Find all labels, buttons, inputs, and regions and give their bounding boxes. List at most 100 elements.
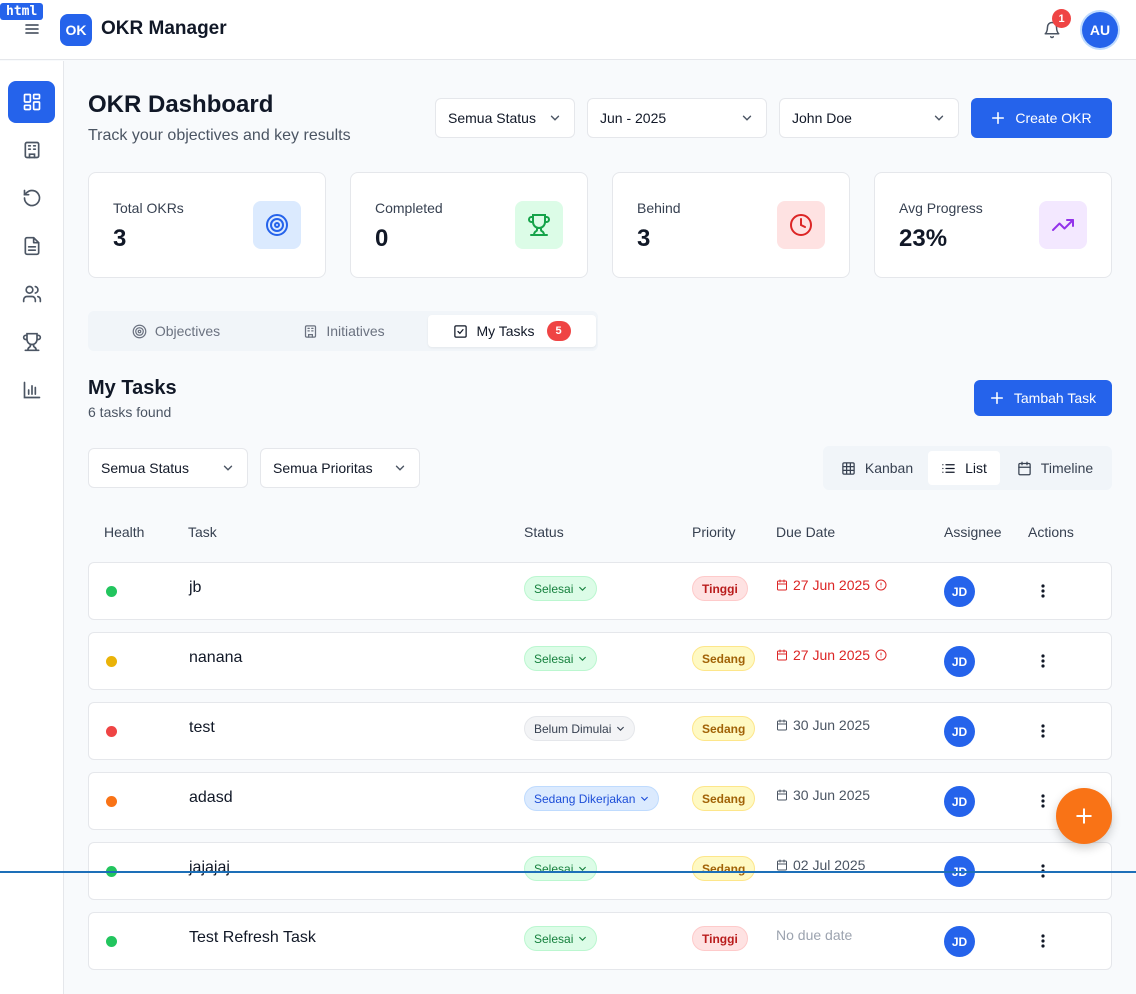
assignee-avatar[interactable]: JD bbox=[944, 716, 975, 747]
table-row[interactable]: adasd Sedang Dikerjakan Sedang 30 Jun 20… bbox=[88, 772, 1112, 830]
status-label: Belum Dimulai bbox=[534, 721, 612, 736]
health-indicator bbox=[106, 586, 117, 597]
plus-icon bbox=[1076, 808, 1092, 824]
table-row[interactable]: Test Refresh Task Selesai Tinggi No due … bbox=[88, 912, 1112, 970]
status-dropdown[interactable]: Sedang Dikerjakan bbox=[524, 786, 660, 811]
due-date-text: 30 Jun 2025 bbox=[793, 717, 871, 733]
calendar-icon bbox=[777, 719, 787, 731]
sidebar-item-analytics[interactable] bbox=[8, 369, 55, 411]
view-label: List bbox=[965, 460, 987, 476]
stat-value: 3 bbox=[113, 225, 127, 252]
chevron-down-icon bbox=[579, 656, 587, 661]
chevron-down-icon bbox=[742, 115, 752, 121]
html-tag: html bbox=[0, 3, 44, 20]
stat-label: Behind bbox=[637, 200, 681, 216]
status-label: Selesai bbox=[534, 861, 574, 876]
calendar-icon bbox=[777, 789, 787, 801]
status-dropdown[interactable]: Selesai bbox=[524, 646, 598, 671]
sidebar-item-users[interactable] bbox=[8, 273, 55, 315]
col-header-due-date: Due Date bbox=[776, 524, 836, 540]
owner-select[interactable]: John Doe bbox=[779, 98, 959, 138]
period-select[interactable]: Jun - 2025 bbox=[587, 98, 767, 138]
health-indicator bbox=[106, 936, 117, 947]
more-vertical-icon[interactable] bbox=[1035, 793, 1051, 809]
section-title: My Tasks bbox=[88, 377, 177, 399]
fab-add-button[interactable] bbox=[1056, 788, 1112, 844]
task-priority-filter-value: Semua Prioritas bbox=[273, 460, 373, 476]
due-date-text: 27 Jun 2025 bbox=[793, 647, 871, 663]
dashboard-icon bbox=[23, 93, 40, 111]
due-date: 27 Jun 2025 bbox=[776, 577, 887, 593]
chevron-down-icon bbox=[579, 586, 587, 591]
user-avatar[interactable]: AU bbox=[1082, 12, 1118, 48]
due-date: No due date bbox=[776, 927, 852, 943]
target-icon bbox=[253, 201, 301, 249]
status-dropdown[interactable]: Selesai bbox=[524, 856, 598, 881]
list-icon bbox=[942, 463, 955, 473]
priority-badge: Sedang bbox=[692, 646, 756, 671]
sidebar bbox=[0, 61, 64, 994]
chevron-down-icon bbox=[223, 465, 233, 471]
health-indicator bbox=[106, 656, 117, 667]
tab-label: My Tasks bbox=[476, 323, 535, 339]
task-priority-filter[interactable]: Semua Prioritas bbox=[260, 448, 420, 488]
status-label: Selesai bbox=[534, 931, 574, 946]
more-vertical-icon[interactable] bbox=[1035, 583, 1051, 599]
priority-badge: Tinggi bbox=[692, 576, 748, 601]
trending-up-icon bbox=[1039, 201, 1087, 249]
app-logo: OK bbox=[60, 14, 92, 46]
tab-objectives[interactable]: Objectives bbox=[92, 315, 260, 347]
stat-label: Completed bbox=[375, 200, 443, 216]
sidebar-item-dashboard[interactable] bbox=[8, 81, 55, 123]
more-vertical-icon[interactable] bbox=[1035, 933, 1051, 949]
col-header-assignee: Assignee bbox=[944, 524, 1002, 540]
assignee-avatar[interactable]: JD bbox=[944, 786, 975, 817]
create-okr-button[interactable]: Create OKR bbox=[971, 98, 1112, 138]
trophy-icon bbox=[515, 201, 563, 249]
sidebar-item-documents[interactable] bbox=[8, 225, 55, 267]
more-vertical-icon[interactable] bbox=[1035, 723, 1051, 739]
grid-icon bbox=[842, 461, 855, 475]
assignee-avatar[interactable]: JD bbox=[944, 576, 975, 607]
assignee-avatar[interactable]: JD bbox=[944, 646, 975, 677]
task-count: 6 tasks found bbox=[88, 404, 172, 420]
status-dropdown[interactable]: Belum Dimulai bbox=[524, 716, 636, 741]
table-row[interactable]: nanana Selesai Sedang 27 Jun 2025 JD bbox=[88, 632, 1112, 690]
view-list[interactable]: List bbox=[928, 451, 1000, 485]
status-select[interactable]: Semua Status bbox=[435, 98, 575, 138]
status-dropdown[interactable]: Selesai bbox=[524, 576, 598, 601]
assignee-avatar[interactable]: JD bbox=[944, 926, 975, 957]
sidebar-item-achievements[interactable] bbox=[8, 321, 55, 363]
view-kanban[interactable]: Kanban bbox=[829, 451, 925, 485]
calendar-icon bbox=[777, 649, 787, 661]
task-name[interactable]: Test Refresh Task bbox=[189, 929, 316, 947]
task-name[interactable]: jb bbox=[189, 579, 201, 597]
sidebar-item-initiatives[interactable] bbox=[8, 129, 55, 171]
clock-icon bbox=[777, 201, 825, 249]
stat-value: 0 bbox=[375, 225, 389, 252]
col-header-priority: Priority bbox=[692, 524, 736, 540]
add-task-button[interactable]: Tambah Task bbox=[974, 380, 1112, 416]
status-label: Selesai bbox=[534, 581, 574, 596]
status-label: Selesai bbox=[534, 651, 574, 666]
owner-select-value: John Doe bbox=[792, 110, 852, 126]
more-vertical-icon[interactable] bbox=[1035, 653, 1051, 669]
table-row[interactable]: jb Selesai Tinggi 27 Jun 2025 JD bbox=[88, 562, 1112, 620]
task-name[interactable]: test bbox=[189, 719, 215, 737]
task-status-filter[interactable]: Semua Status bbox=[88, 448, 248, 488]
priority-badge: Tinggi bbox=[692, 926, 748, 951]
tab-initiatives[interactable]: Initiatives bbox=[260, 315, 428, 347]
app-title: OKR Manager bbox=[101, 18, 227, 39]
sidebar-item-history[interactable] bbox=[8, 177, 55, 219]
menu-icon[interactable] bbox=[24, 21, 40, 37]
task-name[interactable]: nanana bbox=[189, 649, 242, 667]
view-timeline[interactable]: Timeline bbox=[1004, 451, 1106, 485]
table-row[interactable]: test Belum Dimulai Sedang 30 Jun 2025 JD bbox=[88, 702, 1112, 760]
tab-my-tasks[interactable]: My Tasks 5 bbox=[428, 315, 596, 347]
task-name[interactable]: adasd bbox=[189, 789, 233, 807]
task-name[interactable]: jajajaj bbox=[189, 859, 230, 877]
chevron-down-icon bbox=[934, 115, 944, 121]
status-dropdown[interactable]: Selesai bbox=[524, 926, 598, 951]
page-subtitle: Track your objectives and key results bbox=[88, 127, 351, 144]
chevron-down-icon bbox=[395, 465, 405, 471]
